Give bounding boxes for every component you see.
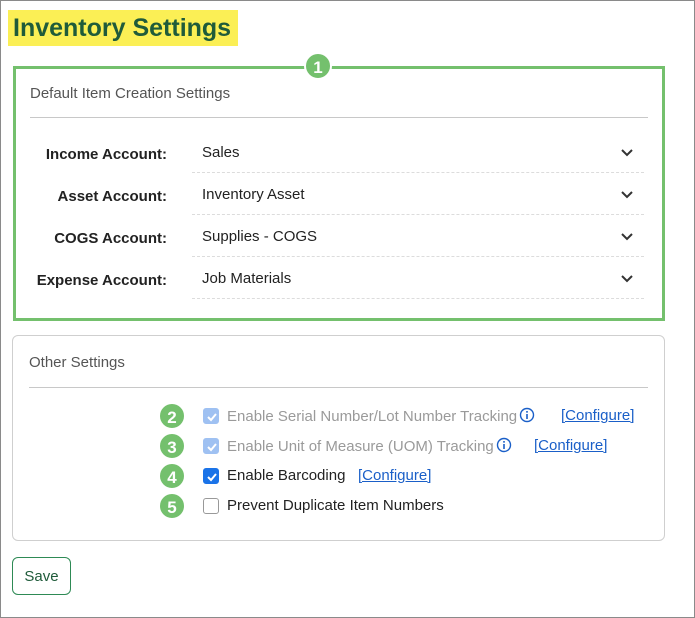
card-title: Default Item Creation Settings xyxy=(30,85,231,102)
income-account-label: Income Account: xyxy=(45,146,167,163)
prevent-duplicate-checkbox[interactable] xyxy=(203,498,219,514)
cogs-account-select[interactable]: Supplies - COGS xyxy=(192,219,644,257)
asset-account-select[interactable]: Inventory Asset xyxy=(192,177,644,215)
callout-badge-4: 4 xyxy=(158,462,186,490)
barcoding-checkbox[interactable] xyxy=(203,468,219,484)
chevron-down-icon xyxy=(621,275,633,283)
callout-badge-3: 3 xyxy=(158,432,186,460)
income-account-value: Sales xyxy=(202,144,240,161)
check-icon xyxy=(207,413,217,422)
barcoding-label: Enable Barcoding xyxy=(227,467,346,484)
page-title: Inventory Settings xyxy=(8,10,239,46)
save-button[interactable]: Save xyxy=(12,557,71,595)
serial-lot-tracking-label: Enable Serial Number/Lot Number Tracking xyxy=(227,407,535,425)
uom-tracking-label: Enable Unit of Measure (UOM) Tracking xyxy=(227,437,512,455)
divider xyxy=(29,387,648,388)
serial-lot-tracking-checkbox[interactable] xyxy=(203,408,219,424)
check-icon xyxy=(207,443,217,452)
cogs-account-label: COGS Account: xyxy=(54,230,167,247)
callout-badge-1: 1 xyxy=(304,52,332,80)
barcoding-configure-link[interactable]: [Configure] xyxy=(358,467,431,484)
info-icon[interactable] xyxy=(519,407,535,423)
cogs-account-value: Supplies - COGS xyxy=(202,228,318,245)
expense-account-value: Job Materials xyxy=(202,270,292,287)
callout-badge-2: 2 xyxy=(158,402,186,430)
callout-badge-5: 5 xyxy=(158,492,186,520)
chevron-down-icon xyxy=(621,233,633,241)
other-settings-card: Other Settings Enable Serial Number/Lot … xyxy=(12,335,665,541)
default-item-creation-card: Default Item Creation Settings Income Ac… xyxy=(13,66,665,321)
uom-configure-link[interactable]: [Configure] xyxy=(534,437,607,454)
income-account-select[interactable]: Sales xyxy=(192,135,644,173)
prevent-duplicate-label: Prevent Duplicate Item Numbers xyxy=(227,497,444,514)
asset-account-label: Asset Account: xyxy=(57,188,167,205)
serial-lot-configure-link[interactable]: [Configure] xyxy=(561,407,634,424)
check-icon xyxy=(207,473,217,482)
uom-tracking-checkbox[interactable] xyxy=(203,438,219,454)
card-title: Other Settings xyxy=(29,354,125,371)
chevron-down-icon xyxy=(621,149,633,157)
divider xyxy=(30,117,648,118)
asset-account-value: Inventory Asset xyxy=(202,186,305,203)
chevron-down-icon xyxy=(621,191,633,199)
expense-account-label: Expense Account: xyxy=(36,272,167,289)
info-icon[interactable] xyxy=(496,437,512,453)
expense-account-select[interactable]: Job Materials xyxy=(192,261,644,299)
